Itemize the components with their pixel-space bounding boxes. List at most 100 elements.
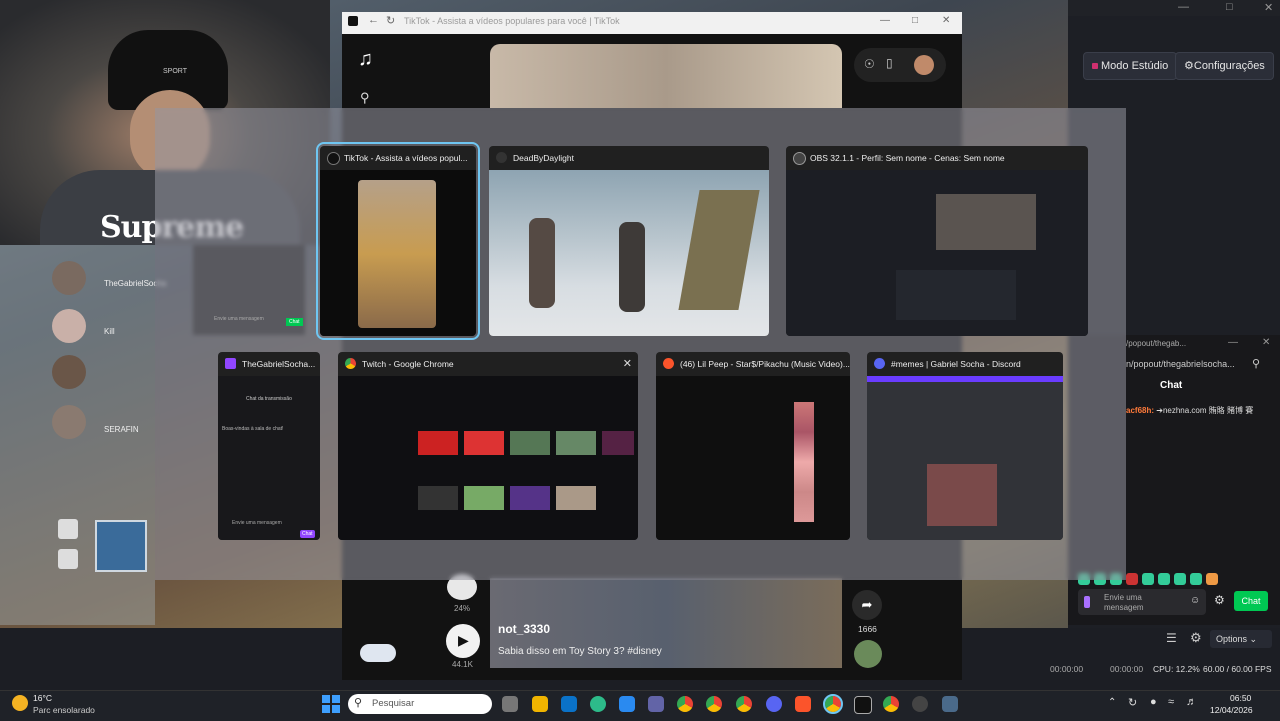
sound-avatar[interactable] [854, 640, 882, 668]
tiktok-icon[interactable] [854, 696, 872, 714]
chat-username: acf68h: [1126, 406, 1155, 415]
play-button[interactable]: ▶ [446, 624, 480, 658]
edge-icon[interactable] [590, 696, 606, 712]
mic-icon[interactable]: ● [1150, 696, 1157, 708]
phone-icon[interactable]: ▯ [886, 56, 893, 70]
avatar [52, 261, 86, 295]
tiktok-video[interactable] [490, 44, 842, 108]
play-icon: ▶ [458, 632, 469, 648]
window-title: DeadByDaylight [513, 153, 574, 163]
wifi-icon[interactable]: ≈ [1168, 696, 1174, 708]
obs-icon[interactable] [912, 696, 928, 712]
thumb [510, 431, 550, 455]
settings-button[interactable]: ⚙Configurações [1175, 52, 1274, 80]
minimize-icon[interactable]: — [1178, 1, 1189, 13]
studio-mode-button[interactable]: Modo Estúdio [1083, 52, 1178, 80]
windows-start-icon[interactable] [322, 695, 340, 713]
extension-toggle[interactable] [360, 644, 396, 662]
clock-time[interactable]: 06:50 [1230, 693, 1251, 703]
search-placeholder: Pesquisar [372, 698, 415, 709]
chrome-icon[interactable] [677, 696, 693, 712]
survivor-figure [619, 222, 645, 312]
minimize-icon[interactable]: — [880, 15, 890, 26]
switcher-discord[interactable]: #memes | Gabriel Socha - Discord [867, 352, 1063, 540]
search-icon[interactable]: ⚲ [360, 90, 370, 106]
chrome-icon[interactable] [706, 696, 722, 712]
close-icon[interactable]: ✕ [623, 352, 632, 376]
thumb [510, 486, 550, 510]
obs-mixer [896, 270, 1016, 320]
options-dropdown[interactable]: Options ⌄ [1210, 630, 1272, 648]
brave-icon[interactable] [795, 696, 811, 712]
chrome-icon[interactable] [883, 696, 899, 712]
chat-message: acf68h: ➔nezhna.com 賄賂 賭博 賽 [1126, 405, 1253, 416]
gear-icon[interactable]: ⚙ [1190, 630, 1202, 646]
close-icon[interactable]: ✕ [1264, 1, 1273, 14]
file-explorer-icon[interactable] [532, 696, 548, 712]
switcher-twitch-chrome[interactable]: Twitch - Google Chrome ✕ [338, 352, 638, 540]
search-box[interactable]: ⚲ Pesquisar [348, 694, 492, 714]
streamer-label: SERAFIN [104, 425, 139, 434]
discord-image [927, 464, 997, 526]
search-icon[interactable]: ⚲ [1252, 357, 1260, 370]
tiktok-icon [348, 16, 358, 26]
maximize-icon[interactable]: □ [912, 15, 918, 26]
weather-desc[interactable]: Parc ensolarado [33, 705, 95, 715]
window-title: Twitch - Google Chrome [362, 359, 454, 369]
back-icon[interactable]: ← [368, 14, 379, 26]
thumb [556, 486, 596, 510]
switcher-tiktok[interactable]: TikTok - Assista a vídeos popul... [316, 142, 480, 340]
gear-icon[interactable]: ⚙ [1214, 593, 1225, 607]
switcher-obs[interactable]: OBS 32.1.1 - Perfil: Sem nome - Cenas: S… [786, 146, 1088, 336]
chrome-active-icon[interactable] [823, 694, 843, 714]
cpu-usage: CPU: 12.2% [1153, 664, 1200, 674]
chrome-icon[interactable] [736, 696, 752, 712]
reload-icon[interactable]: ↻ [386, 14, 395, 27]
close-icon[interactable]: ✕ [1262, 337, 1270, 348]
video-thumbnail [358, 180, 436, 328]
minimize-icon[interactable]: — [1228, 337, 1238, 348]
perk-icon [58, 549, 78, 569]
weather-icon[interactable] [12, 695, 28, 711]
switcher-deadbydaylight[interactable]: DeadByDaylight [489, 146, 769, 336]
switcher-youtube[interactable]: (46) Lil Peep - Star$/Pikachu (Music Vid… [656, 352, 850, 540]
store-icon[interactable] [619, 696, 635, 712]
obs-titlebar: — □ ✕ [1068, 0, 1280, 16]
compass-icon[interactable]: ☉ [864, 57, 875, 71]
chat-input[interactable]: Envie uma mensagem ☺ [1078, 589, 1206, 615]
chat-url-top: /popout/thegab... [1126, 339, 1187, 348]
window-preview [338, 376, 638, 540]
game-icon [496, 152, 507, 163]
gear-icon: ⚙ [1184, 60, 1194, 72]
volume-icon[interactable]: ♬ [1186, 696, 1197, 708]
thumb [556, 431, 596, 455]
clock-date[interactable]: 12/04/2026 [1210, 705, 1253, 715]
chevron-up-icon[interactable]: ⌃ [1108, 697, 1116, 708]
mini-chat-placeholder: Envie uma mensagem [214, 316, 264, 322]
weather-temp[interactable]: 16°C [33, 693, 52, 703]
emoji-icon[interactable]: ☺ [1190, 595, 1200, 606]
discord-icon[interactable] [766, 696, 782, 712]
close-icon[interactable]: ✕ [942, 15, 950, 26]
record-time: 00:00:00 [1110, 664, 1144, 674]
twitch-chat-placeholder: Envie uma mensagem [232, 520, 282, 526]
switcher-twitch-chat[interactable]: TheGabrielSocha... Chat da transmissão B… [218, 352, 320, 540]
outlook-icon[interactable] [561, 696, 577, 712]
thumb [464, 431, 504, 455]
twitch-chat-welcome: Boas-vindas à sala de chat! [222, 426, 284, 432]
sync-icon[interactable]: ↻ [1128, 696, 1137, 709]
game-launcher-icon[interactable] [942, 696, 958, 712]
maximize-icon[interactable]: □ [1226, 1, 1233, 13]
chat-send-button[interactable]: Chat [1234, 591, 1268, 611]
chat-text: ➔nezhna.com 賄賂 賭博 賽 [1156, 406, 1254, 415]
teams-icon[interactable] [648, 696, 664, 712]
avatar[interactable] [914, 55, 934, 75]
tiktok-logo-icon: ♫ [358, 48, 373, 70]
twitch-chat-button: Chat [300, 530, 315, 538]
mixer-icon[interactable]: ☰ [1166, 631, 1177, 645]
avatar [52, 309, 86, 343]
video-username[interactable]: not_3330 [498, 622, 550, 636]
share-icon[interactable]: ➦ [852, 590, 882, 620]
taskview-icon[interactable] [502, 696, 518, 712]
chat-url: n/popout/thegabrielsocha... [1126, 359, 1235, 369]
